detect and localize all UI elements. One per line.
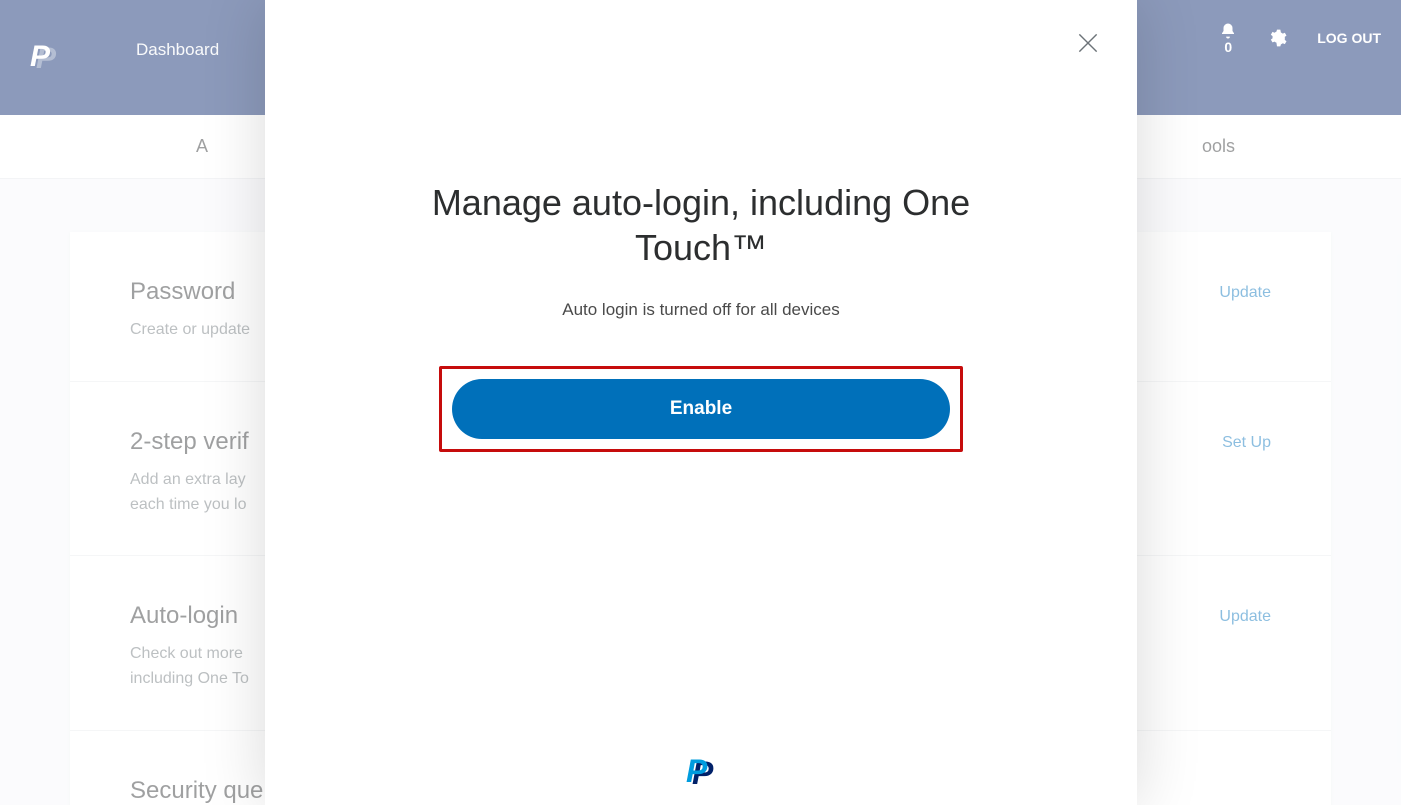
enable-button[interactable]: Enable [452, 379, 950, 439]
close-icon [1075, 30, 1101, 56]
nav-right: 0 LOG OUT [1219, 22, 1381, 54]
close-button[interactable] [1075, 30, 1101, 56]
highlight-annotation: Enable [439, 366, 963, 452]
nav-dashboard[interactable]: Dashboard [136, 40, 219, 60]
autologin-modal: Manage auto-login, including One Touch™ … [265, 0, 1137, 805]
update-link[interactable]: Update [1219, 608, 1271, 626]
notifications[interactable]: 0 [1219, 22, 1237, 54]
row-desc: Create or update [130, 318, 250, 343]
paypal-logo-icon: PP [686, 753, 716, 787]
nav-items: Dashboard [136, 40, 219, 60]
setup-link[interactable]: Set Up [1222, 434, 1271, 452]
gear-icon[interactable] [1267, 28, 1287, 48]
modal-title: Manage auto-login, including One Touch™ [381, 180, 1021, 270]
notification-count: 0 [1224, 40, 1232, 54]
paypal-logo-icon: PP [30, 40, 56, 70]
row-title: 2-step verif [130, 428, 249, 456]
logout-link[interactable]: LOG OUT [1317, 30, 1381, 46]
update-link[interactable]: Update [1219, 284, 1271, 302]
modal-subtitle: Auto login is turned off for all devices [562, 300, 840, 320]
row-title: Password [130, 278, 250, 306]
tab-tools-partial[interactable]: ools [1196, 136, 1241, 157]
modal-body: Manage auto-login, including One Touch™ … [265, 180, 1137, 452]
row-title: Auto-login [130, 602, 249, 630]
tab-account-partial[interactable]: A [190, 136, 214, 157]
row-desc: Check out more including One To [130, 642, 249, 692]
row-title: Security que [130, 777, 263, 805]
row-desc: Add an extra lay each time you lo [130, 468, 249, 518]
bell-icon [1219, 22, 1237, 40]
